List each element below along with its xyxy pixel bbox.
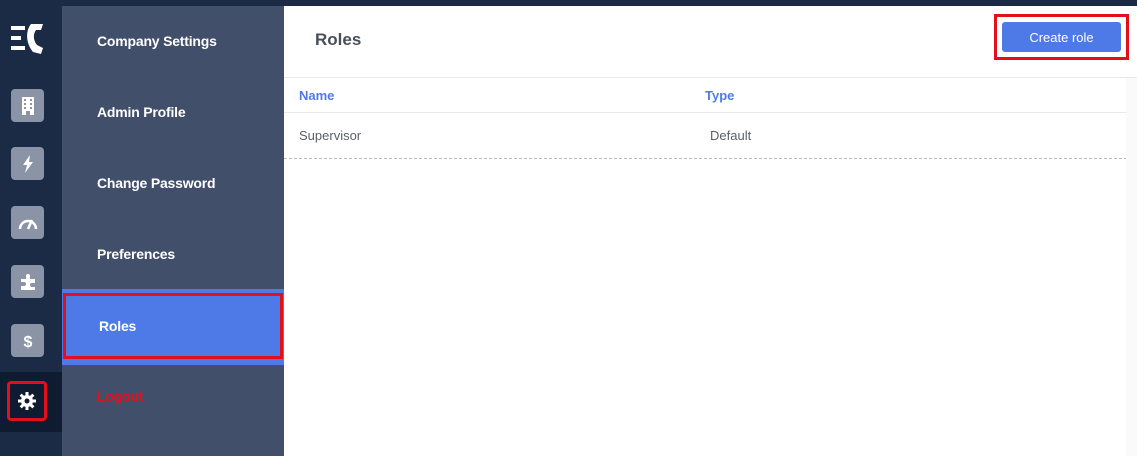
main-content: Roles Create role Name Type Supervisor D… xyxy=(284,6,1137,456)
icon-rail: $ xyxy=(0,0,62,456)
create-role-button[interactable]: Create role xyxy=(1002,22,1121,52)
lightning-icon[interactable] xyxy=(11,147,44,180)
role-type-cell: Default xyxy=(710,128,752,143)
table-header: Name Type xyxy=(284,78,1137,113)
sidebar-item-label: Preferences xyxy=(97,246,175,262)
sidebar-item-label: Logout xyxy=(97,388,144,404)
settings-sidebar: Company Settings Admin Profile Change Pa… xyxy=(62,6,284,456)
create-role-highlight: Create role xyxy=(994,14,1129,60)
sidebar-item-label: Admin Profile xyxy=(97,104,186,120)
gauge-icon[interactable] xyxy=(11,206,44,239)
scrollbar-track[interactable] xyxy=(1126,78,1137,456)
building-icon[interactable] xyxy=(11,89,44,122)
dollar-icon[interactable]: $ xyxy=(11,324,44,357)
page-title: Roles xyxy=(315,30,362,49)
role-name-cell: Supervisor xyxy=(299,128,362,143)
sidebar-item-preferences[interactable]: Preferences xyxy=(62,223,284,285)
page-header: Roles Create role xyxy=(284,6,1137,78)
sidebar-item-logout[interactable]: Logout xyxy=(62,365,284,427)
table-row[interactable]: Supervisor Default xyxy=(284,113,1137,159)
sidebar-item-label: Roles xyxy=(99,318,137,334)
column-header-type[interactable]: Type xyxy=(705,88,734,103)
sidebar-item-admin-profile[interactable]: Admin Profile xyxy=(62,81,284,143)
sidebar-item-roles[interactable]: Roles xyxy=(63,293,283,359)
puzzle-icon[interactable] xyxy=(11,265,44,298)
gear-icon[interactable] xyxy=(7,381,47,421)
sidebar-item-label: Change Password xyxy=(97,175,216,191)
sidebar-item-change-password[interactable]: Change Password xyxy=(62,152,284,214)
svg-text:$: $ xyxy=(23,334,32,351)
logo-icon[interactable] xyxy=(9,20,49,58)
sidebar-item-label: Company Settings xyxy=(97,33,217,49)
column-header-name[interactable]: Name xyxy=(299,88,334,103)
sidebar-item-company-settings[interactable]: Company Settings xyxy=(62,10,284,72)
